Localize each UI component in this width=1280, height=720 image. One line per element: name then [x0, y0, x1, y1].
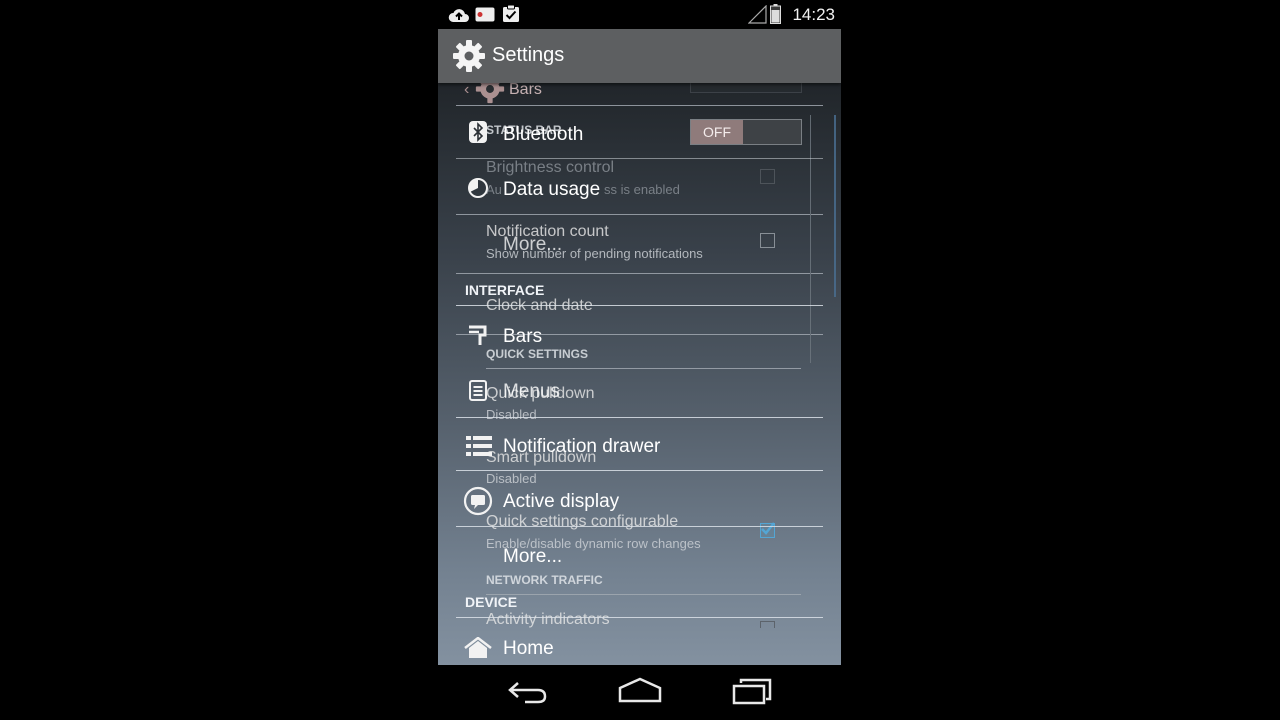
more-wireless-label[interactable]: More... — [503, 234, 562, 256]
home-nav-icon[interactable] — [618, 677, 662, 703]
navigation-bar — [438, 665, 841, 720]
divider — [456, 158, 823, 159]
clipboard-check-icon — [503, 4, 519, 22]
home-icon — [464, 637, 492, 658]
action-bar: Settings — [438, 29, 841, 83]
bluetooth-label[interactable]: Bluetooth — [503, 124, 583, 146]
bluetooth-icon — [469, 121, 487, 143]
divider — [456, 526, 823, 527]
page-title: Settings — [492, 44, 565, 66]
bars-icon — [469, 325, 487, 345]
more-interface-label[interactable]: More... — [503, 546, 562, 568]
notification-drawer-icon — [466, 436, 492, 456]
category-device: DEVICE — [465, 594, 518, 610]
back-icon[interactable] — [508, 677, 548, 705]
settings-list: Bluetooth OFF Data usage More... INTERFA… — [438, 29, 841, 665]
screen: Settings ‹ Bars STATUS BAR Brightness co… — [438, 29, 841, 665]
battery-icon — [770, 4, 781, 24]
home-label[interactable]: Home — [503, 638, 554, 660]
signal-icon — [748, 5, 767, 24]
bluetooth-toggle-state: OFF — [691, 120, 743, 144]
divider — [456, 617, 823, 618]
data-usage-icon — [468, 178, 488, 198]
recents-icon[interactable] — [732, 677, 772, 705]
data-usage-label[interactable]: Data usage — [503, 179, 600, 201]
clock: 14:23 — [792, 5, 835, 24]
divider — [456, 305, 823, 306]
record-icon — [475, 7, 495, 22]
gear-icon — [453, 40, 485, 72]
notification-drawer-label[interactable]: Notification drawer — [503, 436, 660, 458]
cloud-upload-icon — [448, 9, 469, 22]
status-bar: 14:23 — [438, 0, 841, 30]
divider — [456, 470, 823, 471]
active-display-icon — [463, 486, 493, 516]
bars-label[interactable]: Bars — [503, 326, 542, 348]
menus-icon — [469, 380, 487, 401]
active-display-label[interactable]: Active display — [503, 491, 619, 513]
divider — [456, 417, 823, 418]
menus-label[interactable]: Menus — [503, 381, 560, 403]
bluetooth-toggle[interactable]: OFF — [690, 119, 802, 145]
category-interface: INTERFACE — [465, 282, 545, 298]
